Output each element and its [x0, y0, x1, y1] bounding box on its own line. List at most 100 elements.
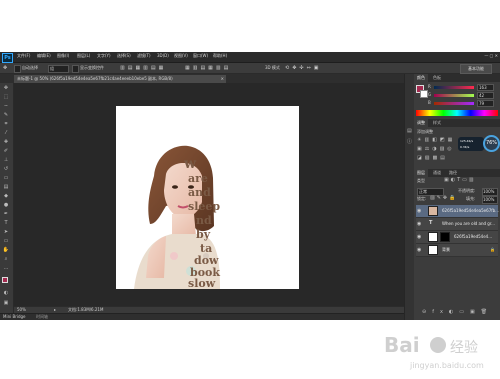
dodge-tool-icon[interactable]: ● [2, 203, 10, 208]
tab-adjustments[interactable]: 调整 [414, 119, 428, 127]
color-panel-tabs: 颜色 色板 [414, 74, 500, 82]
green-label: G [428, 92, 432, 97]
history-brush-tool-icon[interactable]: ↺ [2, 167, 10, 172]
red-slider[interactable] [434, 86, 474, 89]
menu-help[interactable]: 帮助(H) [213, 54, 227, 58]
timeline-tab[interactable]: 时间轴 [36, 315, 48, 319]
layer-thumbnail [428, 232, 438, 242]
quick-mask-icon[interactable]: ◐ [2, 291, 10, 296]
collage-word: w [183, 156, 197, 172]
document-tab[interactable]: 未标题-1 @ 50% (626f5a19ed54e4ea5e67fb21c4a… [14, 75, 226, 83]
menu-view[interactable]: 视图(V) [174, 54, 188, 58]
properties-panel-icon[interactable]: ⓘ [407, 140, 412, 145]
dress-flower [170, 252, 178, 260]
tab-swatches[interactable]: 色板 [430, 74, 444, 82]
eye-icon[interactable]: ◉ [417, 247, 421, 253]
auto-select-checkbox[interactable] [14, 65, 21, 73]
shape-tool-icon[interactable]: ▭ [2, 239, 10, 244]
type-tool-icon[interactable]: T [2, 221, 10, 226]
eraser-tool-icon[interactable]: ▭ [2, 176, 10, 181]
tab-color[interactable]: 颜色 [414, 74, 428, 82]
opacity-value[interactable]: 100% [482, 188, 498, 196]
quick-select-tool-icon[interactable]: ✎ [2, 113, 10, 118]
healing-brush-tool-icon[interactable]: ✚ [2, 140, 10, 145]
blue-value[interactable]: 79 [477, 100, 494, 107]
logo-text-cn: 经验 [450, 340, 478, 356]
workspace-button[interactable]: 基本功能 [460, 64, 492, 74]
layer-row[interactable]: ◉ 626f5a19ed54e4... [416, 231, 498, 244]
marquee-tool-icon[interactable]: ⬚ [2, 95, 10, 100]
filter-icons[interactable]: ▣◐T▭▥ [444, 178, 476, 183]
pen-tool-icon[interactable]: ✒ [2, 212, 10, 217]
adjustment-icons-row-3[interactable]: ◪▧▩▤ [417, 156, 448, 161]
hand-tool-icon[interactable]: ✋ [2, 248, 10, 253]
adjustment-icons-row-2[interactable]: ▣⚖◑▨◎ [417, 147, 455, 152]
blue-label: B [428, 100, 431, 105]
layer-name: 626f5a19ed54e4... [454, 234, 493, 239]
menu-type[interactable]: 文字(Y) [97, 54, 111, 58]
auto-select-dropdown[interactable]: 组 [48, 65, 69, 73]
align-icons[interactable]: ▥▤▦▥▤▦ [120, 66, 166, 71]
tab-layers[interactable]: 图层 [414, 169, 428, 177]
watermark-url: jingyan.baidu.com [409, 361, 484, 370]
red-value[interactable]: 163 [477, 84, 494, 91]
menu-layer[interactable]: 图层(L) [77, 54, 90, 58]
eyedropper-tool-icon[interactable]: ⁄ [2, 131, 10, 136]
tab-paths[interactable]: 路径 [446, 169, 460, 177]
watermark: Bai 经验 jingyan.baidu.com [380, 330, 498, 375]
zoom-tool-icon[interactable]: ⌕ [2, 257, 10, 262]
move-tool-icon[interactable]: ✥ [2, 86, 10, 91]
blue-slider[interactable] [434, 102, 474, 105]
layer-row[interactable]: ◉ 626f5a19ed54e4ea5e67fb... [416, 205, 499, 218]
screen-mode-icon[interactable]: ▣ [2, 301, 10, 306]
layer-row[interactable]: ◉ T When you are old and gr... [416, 218, 498, 231]
show-transform-checkbox[interactable] [72, 65, 79, 73]
crop-tool-icon[interactable]: ⌗ [2, 122, 10, 127]
adjustment-icons-row-1[interactable]: ☀▥◧◩▦ [417, 138, 455, 143]
3d-mode-icons[interactable]: ⟲✥✣⇔▣ [285, 66, 321, 71]
status-menu-icon[interactable]: ▸ [54, 308, 56, 312]
text-layer-icon: T [429, 220, 433, 226]
menu-filter[interactable]: 滤镜(T) [137, 54, 151, 58]
menu-file[interactable]: 文件(F) [17, 54, 30, 58]
path-select-tool-icon[interactable]: ➤ [2, 230, 10, 235]
layer-thumbnail [428, 206, 438, 216]
foreground-color-swatch[interactable] [2, 277, 8, 283]
menu-image[interactable]: 图像(I) [57, 54, 69, 58]
history-panel-icon[interactable]: ▤ [407, 129, 412, 134]
layer-row[interactable]: ◉ 背景 🔒 [416, 244, 498, 257]
brush-tool-icon[interactable]: ✐ [2, 149, 10, 154]
blur-tool-icon[interactable]: ◆ [2, 194, 10, 199]
eye-icon[interactable]: ◉ [417, 221, 421, 227]
color-spectrum[interactable] [416, 110, 498, 116]
tab-styles[interactable]: 样式 [430, 119, 444, 127]
clone-stamp-tool-icon[interactable]: ⊥ [2, 158, 10, 163]
eye-icon[interactable]: ◉ [417, 208, 421, 214]
eye-icon[interactable]: ◉ [417, 234, 421, 240]
green-value[interactable]: 42 [477, 92, 494, 99]
mini-bridge-tab[interactable]: Mini Bridge [3, 315, 26, 319]
menu-3d[interactable]: 3D(D) [157, 54, 169, 58]
document-canvas[interactable]: w are and sleep nd by ta dow book slow [116, 106, 299, 289]
menu-edit[interactable]: 编辑(E) [37, 54, 51, 58]
menu-window[interactable]: 窗口(W) [193, 54, 208, 58]
menu-select[interactable]: 选择(S) [117, 54, 131, 58]
layer-actions[interactable]: ⊖fx◐▭▣🗑 [422, 310, 493, 315]
close-tab-icon[interactable]: × [221, 75, 224, 83]
more-tools-icon[interactable]: … [2, 266, 10, 271]
gradient-tool-icon[interactable]: ▤ [2, 185, 10, 190]
distribute-icons[interactable]: ▦▥▤▦▥▤ [185, 66, 231, 71]
paw-icon [430, 337, 446, 353]
lasso-tool-icon[interactable]: ∽ [2, 104, 10, 109]
kind-filter-label[interactable]: 类型 [417, 179, 425, 183]
canvas-area[interactable]: w are and sleep nd by ta dow book slow [14, 83, 404, 306]
fill-value[interactable]: 100% [482, 196, 498, 204]
window-controls[interactable]: — ▢ ✕ [484, 54, 498, 58]
lock-icons[interactable]: ▨✎✥🔒 [430, 196, 457, 201]
show-transform-label: 显示变换控件 [80, 65, 104, 70]
zoom-level[interactable]: 50% [17, 308, 26, 312]
3d-mode-label: 3D 模式 [265, 65, 280, 70]
green-slider[interactable] [434, 94, 474, 97]
background-color-chip[interactable] [420, 90, 428, 98]
tab-channels[interactable]: 通道 [430, 169, 444, 177]
